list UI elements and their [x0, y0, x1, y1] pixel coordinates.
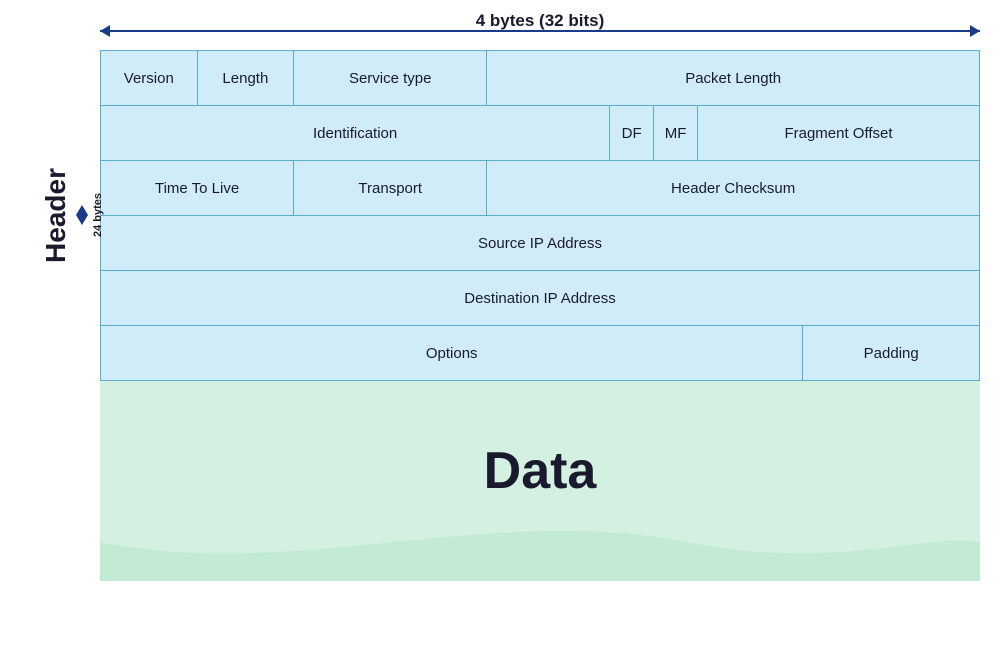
cell-version: Version — [101, 51, 198, 105]
grid-row-3: Time To Live Transport Header Checksum — [101, 161, 979, 216]
grid-row-2: Identification DF MF Fragment Offset — [101, 106, 979, 161]
cell-transport: Transport — [294, 161, 487, 215]
grid-area: Version Length Service type Packet Lengt… — [100, 50, 980, 581]
wave-decoration — [100, 503, 980, 581]
grid-row-6: Options Padding — [101, 326, 979, 380]
cell-length: Length — [198, 51, 295, 105]
cell-options: Options — [101, 326, 803, 380]
cell-destination-ip: Destination IP Address — [101, 271, 979, 325]
cell-padding: Padding — [803, 326, 979, 380]
grid-row-5: Destination IP Address — [101, 271, 979, 326]
bytes-label: 24 bytes — [92, 193, 104, 237]
top-label-area: 4 bytes (32 bits) — [100, 10, 980, 46]
cell-source-ip: Source IP Address — [101, 216, 979, 270]
arrow-down-icon — [76, 215, 88, 225]
header-section: Version Length Service type Packet Lengt… — [100, 50, 980, 381]
data-section: Data — [100, 381, 980, 581]
cell-mf: MF — [654, 106, 698, 160]
cell-ttl: Time To Live — [101, 161, 294, 215]
cell-header-checksum: Header Checksum — [487, 161, 979, 215]
cell-df: DF — [610, 106, 654, 160]
header-label-container: Header 24 bytes — [40, 50, 100, 380]
main-area: Header 24 bytes Version Len — [40, 50, 980, 581]
top-arrow — [100, 30, 980, 32]
cell-service-type: Service type — [294, 51, 487, 105]
cell-packet-length: Packet Length — [487, 51, 979, 105]
header-arrow-container — [76, 205, 88, 225]
top-label-text: 4 bytes (32 bits) — [100, 10, 980, 30]
header-vertical-text: Header — [40, 168, 72, 263]
diagram-container: 4 bytes (32 bits) Header 24 bytes — [40, 10, 980, 651]
cell-fragment-offset: Fragment Offset — [698, 106, 979, 160]
grid-row-1: Version Length Service type Packet Lengt… — [101, 51, 979, 106]
grid-row-4: Source IP Address — [101, 216, 979, 271]
cell-identification: Identification — [101, 106, 610, 160]
left-labels: Header 24 bytes — [40, 50, 100, 581]
arrow-up-icon — [76, 205, 88, 215]
data-label: Data — [100, 381, 980, 501]
